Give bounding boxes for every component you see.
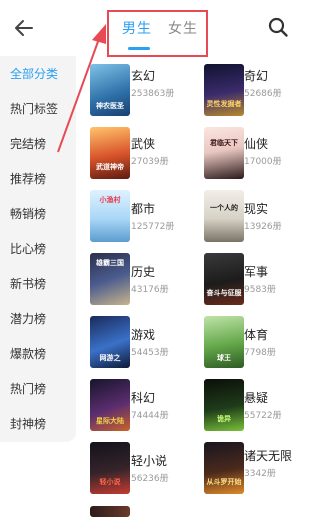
book-cover[interactable]: 武道神帝 — [90, 127, 130, 179]
category-count: 52686册 — [244, 89, 282, 99]
sidebar-item-bestselling[interactable]: 畅销榜 — [0, 196, 76, 232]
category-count: 17000册 — [244, 157, 282, 167]
category-name[interactable]: 武侠 — [131, 135, 155, 152]
cover-title: 一个人的 — [210, 204, 238, 212]
category-name[interactable]: 历史 — [131, 263, 155, 280]
book-cover[interactable]: 君临天下 — [204, 127, 244, 179]
cover-title: 轻小说 — [99, 478, 121, 486]
cover-title: 星际大陆 — [96, 417, 124, 425]
category-name[interactable]: 奇幻 — [244, 67, 268, 84]
category-name[interactable]: 游戏 — [131, 326, 155, 343]
book-cover[interactable]: 诡异 — [204, 379, 244, 431]
cover-title: 球王 — [217, 354, 231, 362]
cover-title: 小渔村 — [99, 196, 121, 204]
category-name[interactable]: 军事 — [244, 263, 268, 280]
book-cover[interactable]: 奋斗与征服 — [204, 253, 244, 305]
cover-title: 神农医圣 — [96, 102, 124, 110]
category-count: 253863册 — [131, 89, 175, 99]
arrow-left-icon[interactable] — [12, 16, 36, 40]
category-name[interactable]: 现实 — [244, 200, 268, 217]
book-cover[interactable]: 雄霸三国 — [90, 253, 130, 305]
sidebar-item-all-categories[interactable]: 全部分类 — [0, 56, 76, 92]
book-cover[interactable]: 灵性发掘者 — [204, 64, 244, 116]
sidebar-item-recommended[interactable]: 推荐榜 — [0, 161, 76, 197]
category-name[interactable]: 诸天无限 — [244, 447, 292, 464]
category-count: 74444册 — [131, 411, 169, 421]
sidebar: 全部分类 热门标签 完结榜 推荐榜 畅销榜 比心榜 新书榜 潜力榜 爆款榜 热门… — [0, 56, 76, 442]
book-cover[interactable]: 小渔村 — [90, 190, 130, 242]
sidebar-item-explosive[interactable]: 爆款榜 — [0, 336, 76, 372]
annotation-highlight-box — [107, 10, 208, 57]
book-cover[interactable]: 从斗罗开始 — [204, 442, 244, 494]
category-count: 43176册 — [131, 285, 169, 295]
category-name[interactable]: 轻小说 — [131, 452, 167, 469]
book-cover[interactable]: 星际大陆 — [90, 379, 130, 431]
cover-title: 奋斗与征服 — [206, 289, 242, 297]
search-icon[interactable] — [266, 15, 290, 39]
category-count: 7798册 — [244, 348, 276, 358]
cover-title: 雄霸三国 — [96, 259, 124, 267]
cover-title: 君临天下 — [210, 139, 238, 147]
category-name[interactable]: 仙侠 — [244, 135, 268, 152]
category-count: 55722册 — [244, 411, 282, 421]
category-count: 3342册 — [244, 469, 276, 479]
category-name[interactable]: 科幻 — [131, 389, 155, 406]
category-count: 54453册 — [131, 348, 169, 358]
sidebar-item-bixin[interactable]: 比心榜 — [0, 231, 76, 267]
sidebar-item-potential[interactable]: 潜力榜 — [0, 301, 76, 337]
category-name[interactable]: 悬疑 — [244, 389, 268, 406]
sidebar-item-hot-tags[interactable]: 热门标签 — [0, 91, 76, 127]
category-count: 9583册 — [244, 285, 276, 295]
book-cover[interactable]: 神农医圣 — [90, 64, 130, 116]
book-cover[interactable] — [90, 506, 130, 517]
cover-title: 网游之 — [99, 354, 121, 362]
sidebar-item-popular[interactable]: 热门榜 — [0, 371, 76, 407]
cover-title: 从斗罗开始 — [206, 478, 242, 486]
category-name[interactable]: 都市 — [131, 200, 155, 217]
category-count: 56236册 — [131, 474, 169, 484]
cover-title: 灵性发掘者 — [206, 100, 242, 108]
book-cover[interactable]: 轻小说 — [90, 442, 130, 494]
category-name[interactable]: 玄幻 — [131, 67, 155, 84]
sidebar-item-completed[interactable]: 完结榜 — [0, 126, 76, 162]
cover-title: 诡异 — [217, 415, 231, 423]
sidebar-item-new-books[interactable]: 新书榜 — [0, 266, 76, 302]
category-count: 27039册 — [131, 157, 169, 167]
book-cover[interactable]: 球王 — [204, 316, 244, 368]
cover-title: 武道神帝 — [96, 163, 124, 171]
book-cover[interactable]: 一个人的 — [204, 190, 244, 242]
category-count: 125772册 — [131, 222, 175, 232]
category-count: 13926册 — [244, 222, 282, 232]
category-name[interactable]: 体育 — [244, 326, 268, 343]
sidebar-item-fengshen[interactable]: 封神榜 — [0, 406, 76, 442]
book-cover[interactable]: 网游之 — [90, 316, 130, 368]
